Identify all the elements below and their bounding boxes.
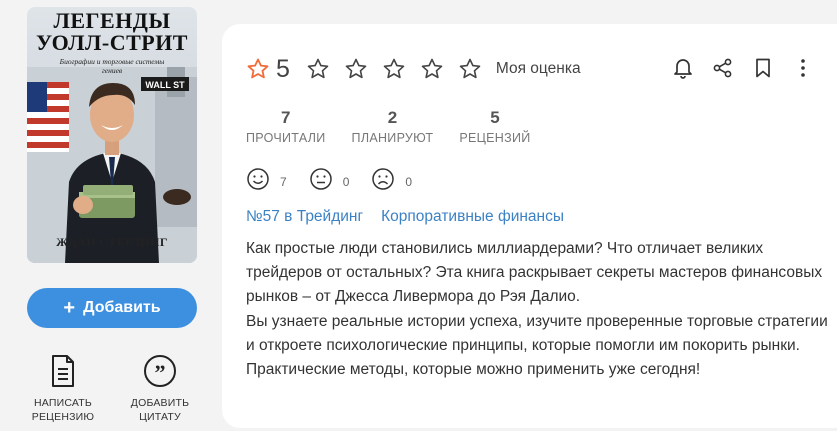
cover-subtitle-line1: Биографии и торговые системы xyxy=(59,57,165,66)
tag-genre-link[interactable]: Корпоративные финансы xyxy=(381,208,564,226)
stat-planned-caption: ПЛАНИРУЮТ xyxy=(351,131,434,145)
left-column: WALL ST ЛЕГЕНДЫ УОЛЛ-СТРИТ Биографии и т… xyxy=(0,0,222,431)
stat-read-count: 7 xyxy=(281,108,291,127)
more-vertical-icon[interactable] xyxy=(792,57,814,79)
cover-title-line2: УОЛЛ-СТРИТ xyxy=(36,30,188,55)
cover-title-line1: ЛЕГЕНДЫ xyxy=(53,8,171,33)
stat-reviews[interactable]: 5 РЕЦЕНЗИЙ xyxy=(459,108,530,145)
rate-star-5-icon[interactable] xyxy=(458,57,482,81)
stat-planned-count: 2 xyxy=(387,108,398,127)
quote-icon: ” xyxy=(142,352,178,390)
rate-star-4-icon[interactable] xyxy=(420,57,444,81)
stat-reviews-caption: РЕЦЕНЗИЙ xyxy=(459,131,531,145)
stat-reviews-count: 5 xyxy=(490,108,500,127)
reaction-neutral-count: 0 xyxy=(342,174,350,189)
rate-star-3-icon[interactable] xyxy=(382,57,406,81)
add-button-label: Добавить xyxy=(83,299,161,316)
my-rating-label: Моя оценка xyxy=(495,60,581,77)
add-quote-button[interactable]: ” ДОБАВИТЬ ЦИТАТУ xyxy=(120,352,200,424)
document-icon xyxy=(45,352,81,390)
plus-icon: + xyxy=(63,297,76,319)
rate-star-1-icon[interactable] xyxy=(306,57,330,81)
tag-ranking-link[interactable]: №57 в Трейдинг xyxy=(246,208,363,226)
book-stats: 7 ПРОЧИТАЛИ 2 ПЛАНИРУЮТ 5 РЕЦЕНЗИЙ xyxy=(246,108,557,145)
svg-text:”: ” xyxy=(155,360,166,385)
reaction-positive[interactable]: 7 xyxy=(246,167,287,196)
rating-star-icon xyxy=(246,57,270,81)
reaction-negative[interactable]: 0 xyxy=(371,167,412,196)
add-quote-label-line2: ЦИТАТУ xyxy=(139,411,181,423)
stat-planned[interactable]: 2 ПЛАНИРУЮТ xyxy=(352,108,434,145)
sad-face-icon xyxy=(371,167,395,196)
share-icon[interactable] xyxy=(712,57,734,79)
add-quote-label-line1: ДОБАВИТЬ xyxy=(130,397,190,409)
cover-subtitle-line2: гениев xyxy=(101,66,123,75)
rating-row: 5 Моя оценка xyxy=(246,54,581,84)
description-paragraph-1: Как простые люди становились миллиардера… xyxy=(246,240,823,306)
reaction-negative-count: 0 xyxy=(405,174,413,189)
bell-icon[interactable] xyxy=(672,57,694,79)
stat-read[interactable]: 7 ПРОЧИТАЛИ xyxy=(246,108,326,145)
book-tags: №57 в Трейдинг Корпоративные финансы xyxy=(246,208,582,226)
reactions: 7 0 0 xyxy=(246,167,434,196)
street-sign-text: WALL ST xyxy=(145,80,185,90)
write-review-button[interactable]: НАПИСАТЬ РЕЦЕНЗИЮ xyxy=(23,352,103,424)
description-paragraph-2: Вы узнаете реальные истории успеха, изуч… xyxy=(246,312,828,379)
write-review-label-line2: РЕЦЕНЗИЮ xyxy=(31,411,95,423)
cover-author: ЖДАН СТЕРЛИНГ xyxy=(56,235,168,249)
smile-icon xyxy=(246,167,270,196)
rate-star-2-icon[interactable] xyxy=(344,57,368,81)
write-review-label-line1: НАПИСАТЬ xyxy=(33,397,92,409)
book-description: Как простые люди становились миллиардера… xyxy=(246,237,831,382)
cover-subtitle: Биографии и торговые системы гениев xyxy=(27,57,197,75)
card-toolbar xyxy=(672,57,814,79)
book-cover[interactable]: WALL ST ЛЕГЕНДЫ УОЛЛ-СТРИТ Биографии и т… xyxy=(27,7,197,263)
cover-title: ЛЕГЕНДЫ УОЛЛ-СТРИТ xyxy=(27,10,197,54)
neutral-face-icon xyxy=(309,167,333,196)
add-button[interactable]: + Добавить xyxy=(27,288,197,328)
bookmark-icon[interactable] xyxy=(752,57,774,79)
average-rating-value: 5 xyxy=(276,54,290,83)
reaction-positive-count: 7 xyxy=(280,174,287,189)
stat-read-caption: ПРОЧИТАЛИ xyxy=(246,131,326,145)
book-info-card: 5 Моя оценка 7 ПРОЧИТАЛИ 2 ПЛАНИРУЮТ 5 Р… xyxy=(222,24,837,428)
reaction-neutral[interactable]: 0 xyxy=(309,167,350,196)
my-rating-stars xyxy=(306,57,482,81)
